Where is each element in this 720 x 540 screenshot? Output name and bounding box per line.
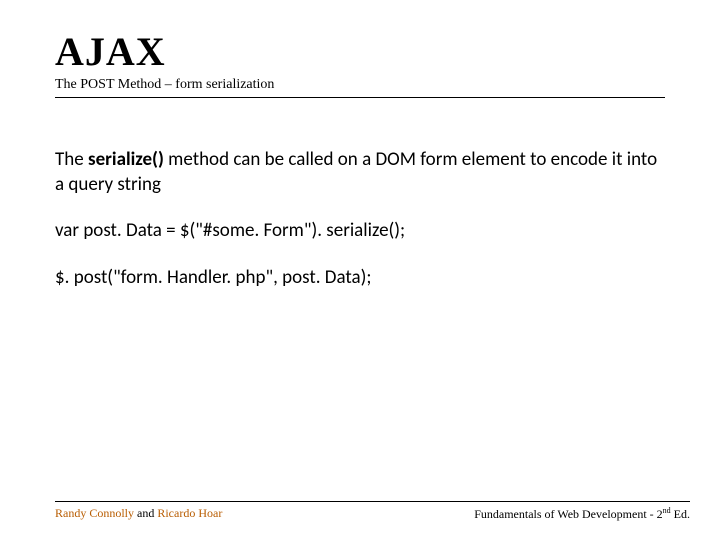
- code-line-2: $. post("form. Handler. php", post. Data…: [55, 266, 665, 291]
- page-title: AJAX: [55, 28, 665, 75]
- book-title-pre: Fundamentals of Web Development - 2: [474, 507, 662, 521]
- author-2: Ricardo Hoar: [157, 506, 222, 520]
- intro-paragraph: The serialize() method can be called on …: [55, 148, 665, 197]
- slide: AJAX The POST Method – form serializatio…: [0, 0, 720, 540]
- author-and: and: [134, 506, 157, 520]
- book-edition-sup: nd: [663, 506, 671, 515]
- book-title-post: Ed.: [671, 507, 690, 521]
- author-1: Randy Connolly: [55, 506, 134, 520]
- text-pre: The: [55, 148, 88, 171]
- content-area: The serialize() method can be called on …: [55, 148, 665, 291]
- footer: Randy Connolly and Ricardo Hoar Fundamen…: [55, 501, 690, 522]
- serialize-keyword: serialize(): [88, 148, 164, 171]
- code-line-1: var post. Data = $("#some. Form"). seria…: [55, 219, 665, 244]
- page-subtitle: The POST Method – form serialization: [55, 77, 665, 98]
- footer-authors: Randy Connolly and Ricardo Hoar: [55, 506, 222, 522]
- footer-book: Fundamentals of Web Development - 2nd Ed…: [474, 506, 690, 522]
